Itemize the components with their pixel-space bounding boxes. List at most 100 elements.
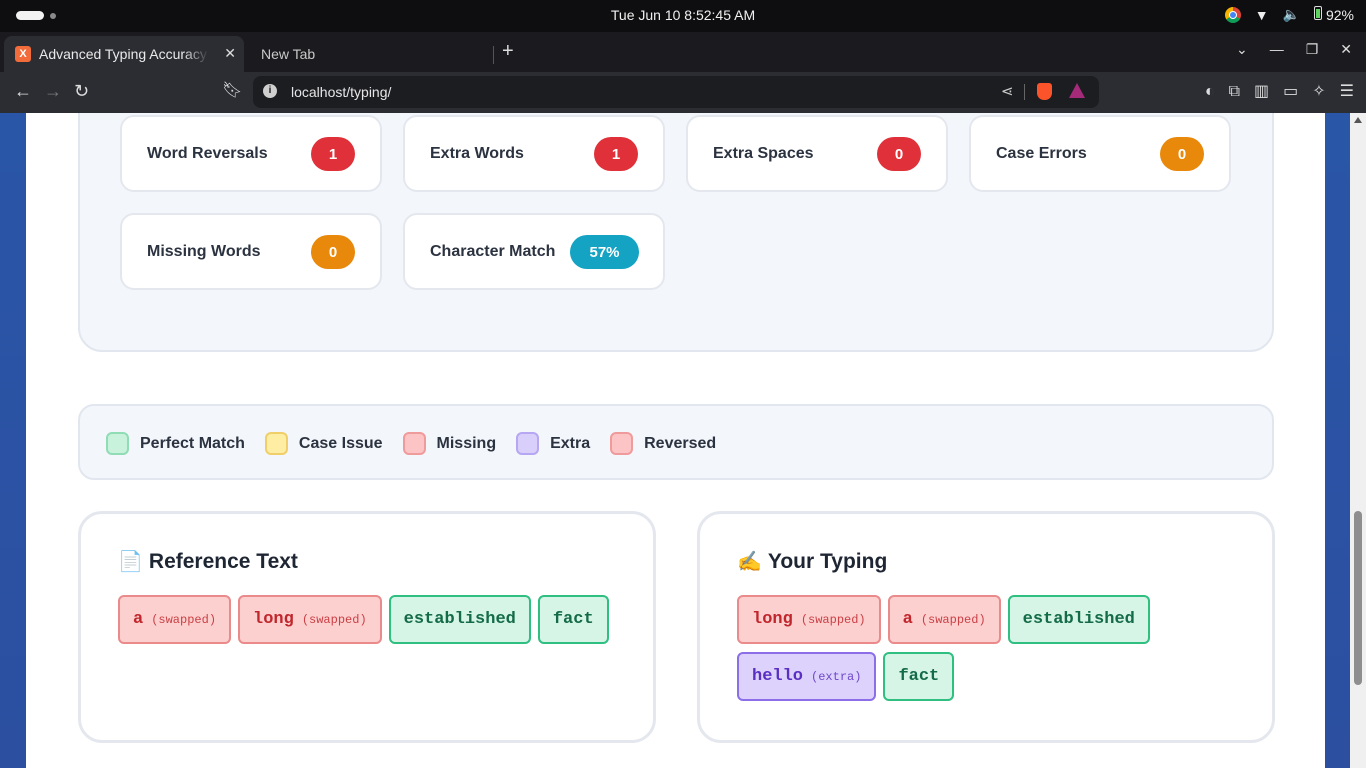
extensions-icon[interactable]: ⧉ <box>1229 82 1240 102</box>
browser-toolbar: ← → ↻ 🔖︎ i localhost/typing/ ⋖ ◐ ⧉ ▥ ▭ ✧… <box>0 72 1366 113</box>
token-tag: (swapped) <box>800 612 866 627</box>
page-content: Word Reversals 1 Extra Words 1 Extra Spa… <box>26 113 1325 768</box>
tab-typing-accuracy[interactable]: X Advanced Typing Accuracy ✕ <box>4 36 244 72</box>
page-scrollbar[interactable] <box>1350 113 1366 768</box>
your-typing-panel: ✍️ Your Typing long (swapped) a (swapped) e… <box>697 511 1275 743</box>
scroll-thumb[interactable] <box>1354 511 1362 685</box>
sidebar-icon[interactable]: ▥ <box>1254 82 1269 102</box>
word-token: established <box>388 595 531 644</box>
tab-new-tab[interactable]: New Tab <box>248 36 492 72</box>
token-word: a <box>902 610 913 629</box>
system-tray[interactable]: ▼ 🔈 92% <box>1224 6 1354 23</box>
stat-badge: 0 <box>877 137 921 171</box>
token-word: fact <box>552 610 594 629</box>
word-token: fact <box>883 652 955 701</box>
stat-badge: 1 <box>594 137 638 171</box>
token-word: long <box>253 610 294 629</box>
legend-swatch <box>610 432 634 455</box>
url-text[interactable]: localhost/typing/ <box>291 84 391 100</box>
stat-case-errors: Case Errors 0 <box>969 115 1231 192</box>
tab-divider <box>493 46 494 64</box>
vpn-icon[interactable]: ◐ <box>1205 82 1215 102</box>
address-bar[interactable]: i localhost/typing/ ⋖ <box>253 76 1099 108</box>
token-tag: (swapped) <box>920 612 986 627</box>
typing-title: Your Typing <box>767 550 888 573</box>
maximize-icon[interactable]: ❐ <box>1306 41 1319 58</box>
leo-ai-icon[interactable]: ✧ <box>1312 82 1325 102</box>
new-tab-plus-icon[interactable]: + <box>502 41 514 61</box>
minimize-icon[interactable]: — <box>1270 41 1284 58</box>
battery-icon <box>1314 6 1323 20</box>
wallet-icon[interactable]: ▭ <box>1283 82 1298 102</box>
stat-badge: 57% <box>570 235 639 269</box>
legend-swatch <box>402 432 426 455</box>
bookmark-icon[interactable]: 🔖︎ <box>222 81 242 101</box>
legend-label: Missing <box>436 434 497 452</box>
token-word: hello <box>752 667 804 686</box>
token-tag: (swapped) <box>151 612 217 627</box>
reference-title: Reference Text <box>148 550 298 573</box>
word-token: established <box>1007 595 1150 644</box>
forward-arrow-icon[interactable]: → <box>44 81 62 101</box>
page-viewport: Word Reversals 1 Extra Words 1 Extra Spa… <box>0 113 1366 768</box>
legend-label: Perfect Match <box>140 434 245 452</box>
scroll-up-arrow-icon[interactable] <box>1354 117 1362 123</box>
tab-strip: X Advanced Typing Accuracy ✕ New Tab + ⌄… <box>0 32 1366 72</box>
chrome-icon[interactable] <box>1224 6 1241 23</box>
window-controls: ⌄ — ❐ ✕ <box>1236 41 1352 58</box>
stat-label: Word Reversals <box>147 145 268 162</box>
legend-label: Case Issue <box>298 434 383 452</box>
stat-extra-spaces: Extra Spaces 0 <box>686 115 948 192</box>
close-window-icon[interactable]: ✕ <box>1340 41 1352 58</box>
legend-item-case-issue: Case Issue <box>264 432 383 455</box>
panel-title: 📄 Reference Text <box>118 549 298 574</box>
stats-panel: Word Reversals 1 Extra Words 1 Extra Spa… <box>78 113 1274 352</box>
tab-search-chevron-icon[interactable]: ⌄ <box>1236 41 1248 58</box>
legend: Perfect Match Case Issue Missing Extra R… <box>106 432 736 455</box>
legend-item-missing: Missing <box>402 432 497 455</box>
legend-item-reversed: Reversed <box>610 432 716 455</box>
stat-label: Character Match <box>430 243 556 260</box>
brave-rewards-icon[interactable] <box>1069 83 1085 98</box>
word-token: long (swapped) <box>238 595 382 644</box>
close-icon[interactable]: ✕ <box>224 45 236 62</box>
writing-hand-icon: ✍️ <box>737 551 762 573</box>
legend-swatch <box>106 432 129 455</box>
word-token: hello (extra) <box>737 652 877 701</box>
token-tag: (extra) <box>811 669 862 684</box>
battery-indicator[interactable]: 92% <box>1314 6 1354 23</box>
reference-tokens: a (swapped) long (swapped) established fac… <box>118 595 638 644</box>
site-info-icon[interactable]: i <box>263 84 277 98</box>
token-word: established <box>403 610 516 629</box>
reload-icon[interactable]: ↻ <box>74 81 89 101</box>
back-arrow-icon[interactable]: ← <box>14 81 32 101</box>
stat-extra-words: Extra Words 1 <box>403 115 665 192</box>
token-word: fact <box>898 667 940 686</box>
tab-title: New Tab <box>261 46 316 62</box>
token-word: long <box>752 610 793 629</box>
battery-percent: 92% <box>1325 7 1354 23</box>
stat-label: Extra Words <box>430 145 524 162</box>
panel-title: ✍️ Your Typing <box>737 549 887 574</box>
word-token: long (swapped) <box>737 595 881 644</box>
stat-label: Case Errors <box>996 145 1087 162</box>
brave-shields-icon[interactable] <box>1037 83 1052 100</box>
legend-item-extra: Extra <box>516 432 590 455</box>
typing-tokens: long (swapped) a (swapped) established hel… <box>737 595 1257 701</box>
word-token: a (swapped) <box>118 595 232 644</box>
legend-item-perfect-match: Perfect Match <box>106 432 245 455</box>
stat-badge: 0 <box>311 235 355 269</box>
document-icon: 📄 <box>118 551 143 573</box>
system-clock[interactable]: Tue Jun 10 8:52:45 AM <box>0 7 1366 23</box>
wifi-icon[interactable]: ▼ <box>1255 7 1269 23</box>
address-divider <box>1024 84 1025 100</box>
stat-label: Missing Words <box>147 243 261 260</box>
legend-label: Reversed <box>644 434 717 452</box>
token-word: a <box>133 610 144 629</box>
volume-icon[interactable]: 🔈 <box>1283 6 1300 23</box>
os-top-bar: Tue Jun 10 8:52:45 AM ▼ 🔈 92% <box>0 0 1366 32</box>
stat-missing-words: Missing Words 0 <box>120 213 382 290</box>
legend-swatch <box>516 432 540 455</box>
share-icon[interactable]: ⋖ <box>1001 82 1014 100</box>
menu-icon[interactable]: ☰ <box>1340 82 1354 102</box>
